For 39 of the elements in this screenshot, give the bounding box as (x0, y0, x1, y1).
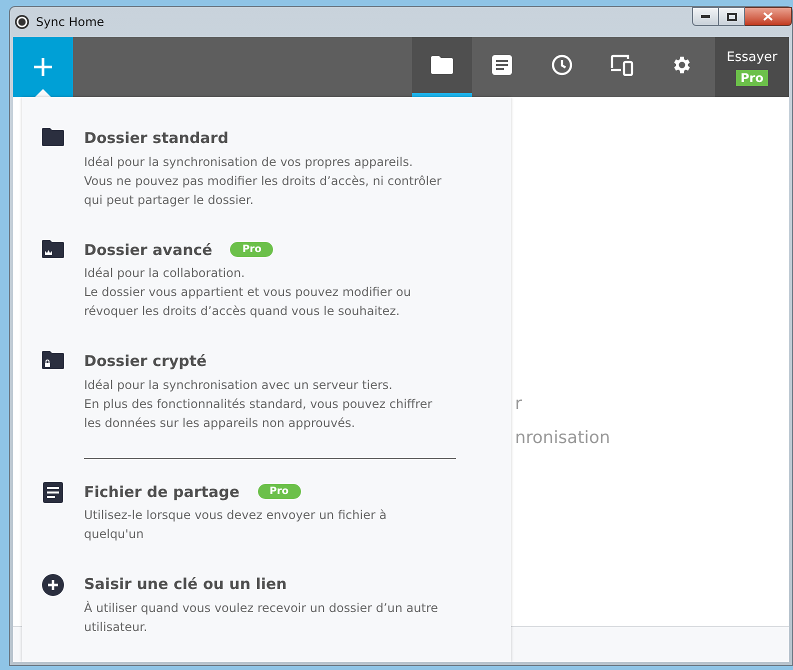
trial-button[interactable]: Essayer Pro (715, 37, 789, 97)
add-button[interactable] (13, 37, 73, 97)
plus-circle-icon (42, 574, 64, 596)
folder-crown-icon (42, 240, 64, 258)
menu-item-description: Idéal pour la synchronisation avec un serveur tiers. En plus des fonctionnalités standard, vous pouvez chiffrer les données sur les appareils non approuvés. (84, 376, 432, 432)
plus-icon (33, 57, 53, 77)
menu-item[interactable]: Fichier de partage Pro Utilisez-le lorsque vous devez envoyer un fichier à quelqu'un (42, 480, 481, 544)
menu-item-description: Utilisez-le lorsque vous devez envoyer un fichier à quelqu'un (84, 507, 387, 543)
folder-lock-icon (42, 351, 64, 369)
background-text: r (515, 393, 523, 416)
minimize-button[interactable] (692, 7, 719, 26)
menu-item[interactable]: Dossier standard Idéal pour la synchronisation de vos propres appareils. Vous ne pouvez pas modifier les droits d’accès, ni contrôler qui peut partager le dossier. (42, 127, 481, 210)
menu-item-description: À utiliser quand vous voulez recevoir un dossier d’un autre utilisateur. (84, 600, 438, 636)
menu-item-description: Idéal pour la synchronisation de vos propres appareils. Vous ne pouvez pas modifier les droits d’accès, ni contrôler qui peut partager le dossier. (84, 154, 442, 208)
menu-item[interactable]: Dossier avancé Pro Idéal pour la collaboration. Le dossier vous appartient et vous pouvez modifier ou révoquer les droits d’accès quand vous le souhaitez. (42, 238, 481, 321)
maximize-button[interactable] (719, 7, 745, 26)
app-logo-icon (14, 14, 30, 30)
menu-item-title: Dossier crypté (84, 351, 207, 372)
menu-item-title: Saisir une clé ou un lien (84, 574, 287, 595)
menu-item[interactable]: Saisir une clé ou un lien À utiliser quand vous voulez recevoir un dossier d’un autre utilisateur. (42, 573, 481, 636)
pro-badge: Pro (230, 242, 274, 258)
document-icon (43, 482, 63, 502)
folder-icon (431, 56, 453, 74)
clock-icon (551, 54, 573, 76)
pro-badge: Pro (736, 70, 768, 86)
folder-icon (42, 128, 64, 146)
document-icon (492, 55, 512, 75)
close-button[interactable] (745, 7, 792, 26)
menu-item-title: Fichier de partage (84, 482, 240, 502)
devices-icon (610, 54, 634, 76)
menu-item-title: Dossier avancé (84, 240, 212, 260)
menu-item-description: Idéal pour la collaboration. Le dossier vous appartient et vous pouvez modifier ou révoquer les droits d’accès quand vous le souhaitez. (84, 265, 411, 320)
menu-item[interactable]: Dossier crypté Idéal pour la synchronisation avec un serveur tiers. En plus des fonctionnalités standard, vous pouvez chiffrer les données sur les appareils non approuvés. (42, 350, 481, 432)
close-icon (763, 12, 773, 21)
toolbar-tab[interactable] (412, 37, 472, 97)
background-text: nronisation (515, 426, 612, 450)
window-title: Sync Home (36, 14, 104, 31)
menu-item-title: Dossier standard (84, 128, 228, 149)
pro-badge: Pro (258, 484, 301, 500)
